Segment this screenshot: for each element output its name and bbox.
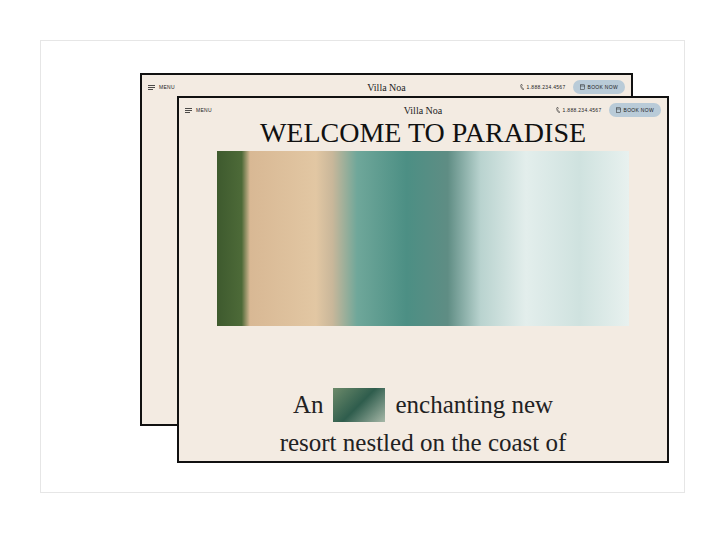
- book-now-label[interactable]: BOOK NOW: [624, 107, 654, 113]
- hero-title: WELCOME TO PARADISE: [179, 119, 667, 147]
- phone-icon: [556, 107, 560, 113]
- phone-icon: [520, 84, 524, 90]
- site-header: MENU Villa Noa 1.888.234.4567 BOOK NOW: [142, 75, 631, 96]
- site-logo[interactable]: Villa Noa: [367, 82, 406, 93]
- menu-button[interactable]: MENU: [185, 107, 404, 113]
- menu-button[interactable]: MENU: [148, 84, 367, 90]
- intro-text: An enchanting newresort nestled on the co…: [179, 386, 667, 462]
- book-now-button[interactable]: BOOK NOW: [609, 103, 661, 117]
- phone-number[interactable]: 1.888.234.4567: [527, 84, 566, 90]
- phone-link[interactable]: 1.888.234.4567: [556, 107, 602, 113]
- phone-link[interactable]: 1.888.234.4567: [520, 84, 566, 90]
- calendar-icon: [616, 107, 621, 113]
- header-actions: 1.888.234.4567 BOOK NOW: [442, 103, 661, 117]
- intro-word: An: [293, 386, 324, 424]
- intro-line: resort nestled on the coast of: [280, 424, 567, 462]
- site-logo[interactable]: Villa Noa: [404, 105, 443, 116]
- site-header: MENU Villa Noa 1.888.234.4567 BOOK NOW: [179, 98, 667, 119]
- phone-number[interactable]: 1.888.234.4567: [563, 107, 602, 113]
- book-now-label[interactable]: BOOK NOW: [588, 84, 618, 90]
- intro-word: enchanting new: [395, 386, 553, 424]
- inline-photo: [333, 388, 385, 422]
- calendar-icon: [580, 84, 585, 90]
- hamburger-icon: [185, 108, 192, 113]
- front-page-window: MENU Villa Noa 1.888.234.4567 BOOK NOW WELCO…: [177, 96, 669, 463]
- hero-photo: [217, 151, 629, 326]
- header-actions: 1.888.234.4567 BOOK NOW: [406, 80, 625, 94]
- hamburger-icon: [148, 85, 155, 90]
- menu-label[interactable]: MENU: [159, 84, 175, 90]
- book-now-button[interactable]: BOOK NOW: [573, 80, 625, 94]
- intro-line: An enchanting new: [293, 386, 553, 424]
- menu-label[interactable]: MENU: [196, 107, 212, 113]
